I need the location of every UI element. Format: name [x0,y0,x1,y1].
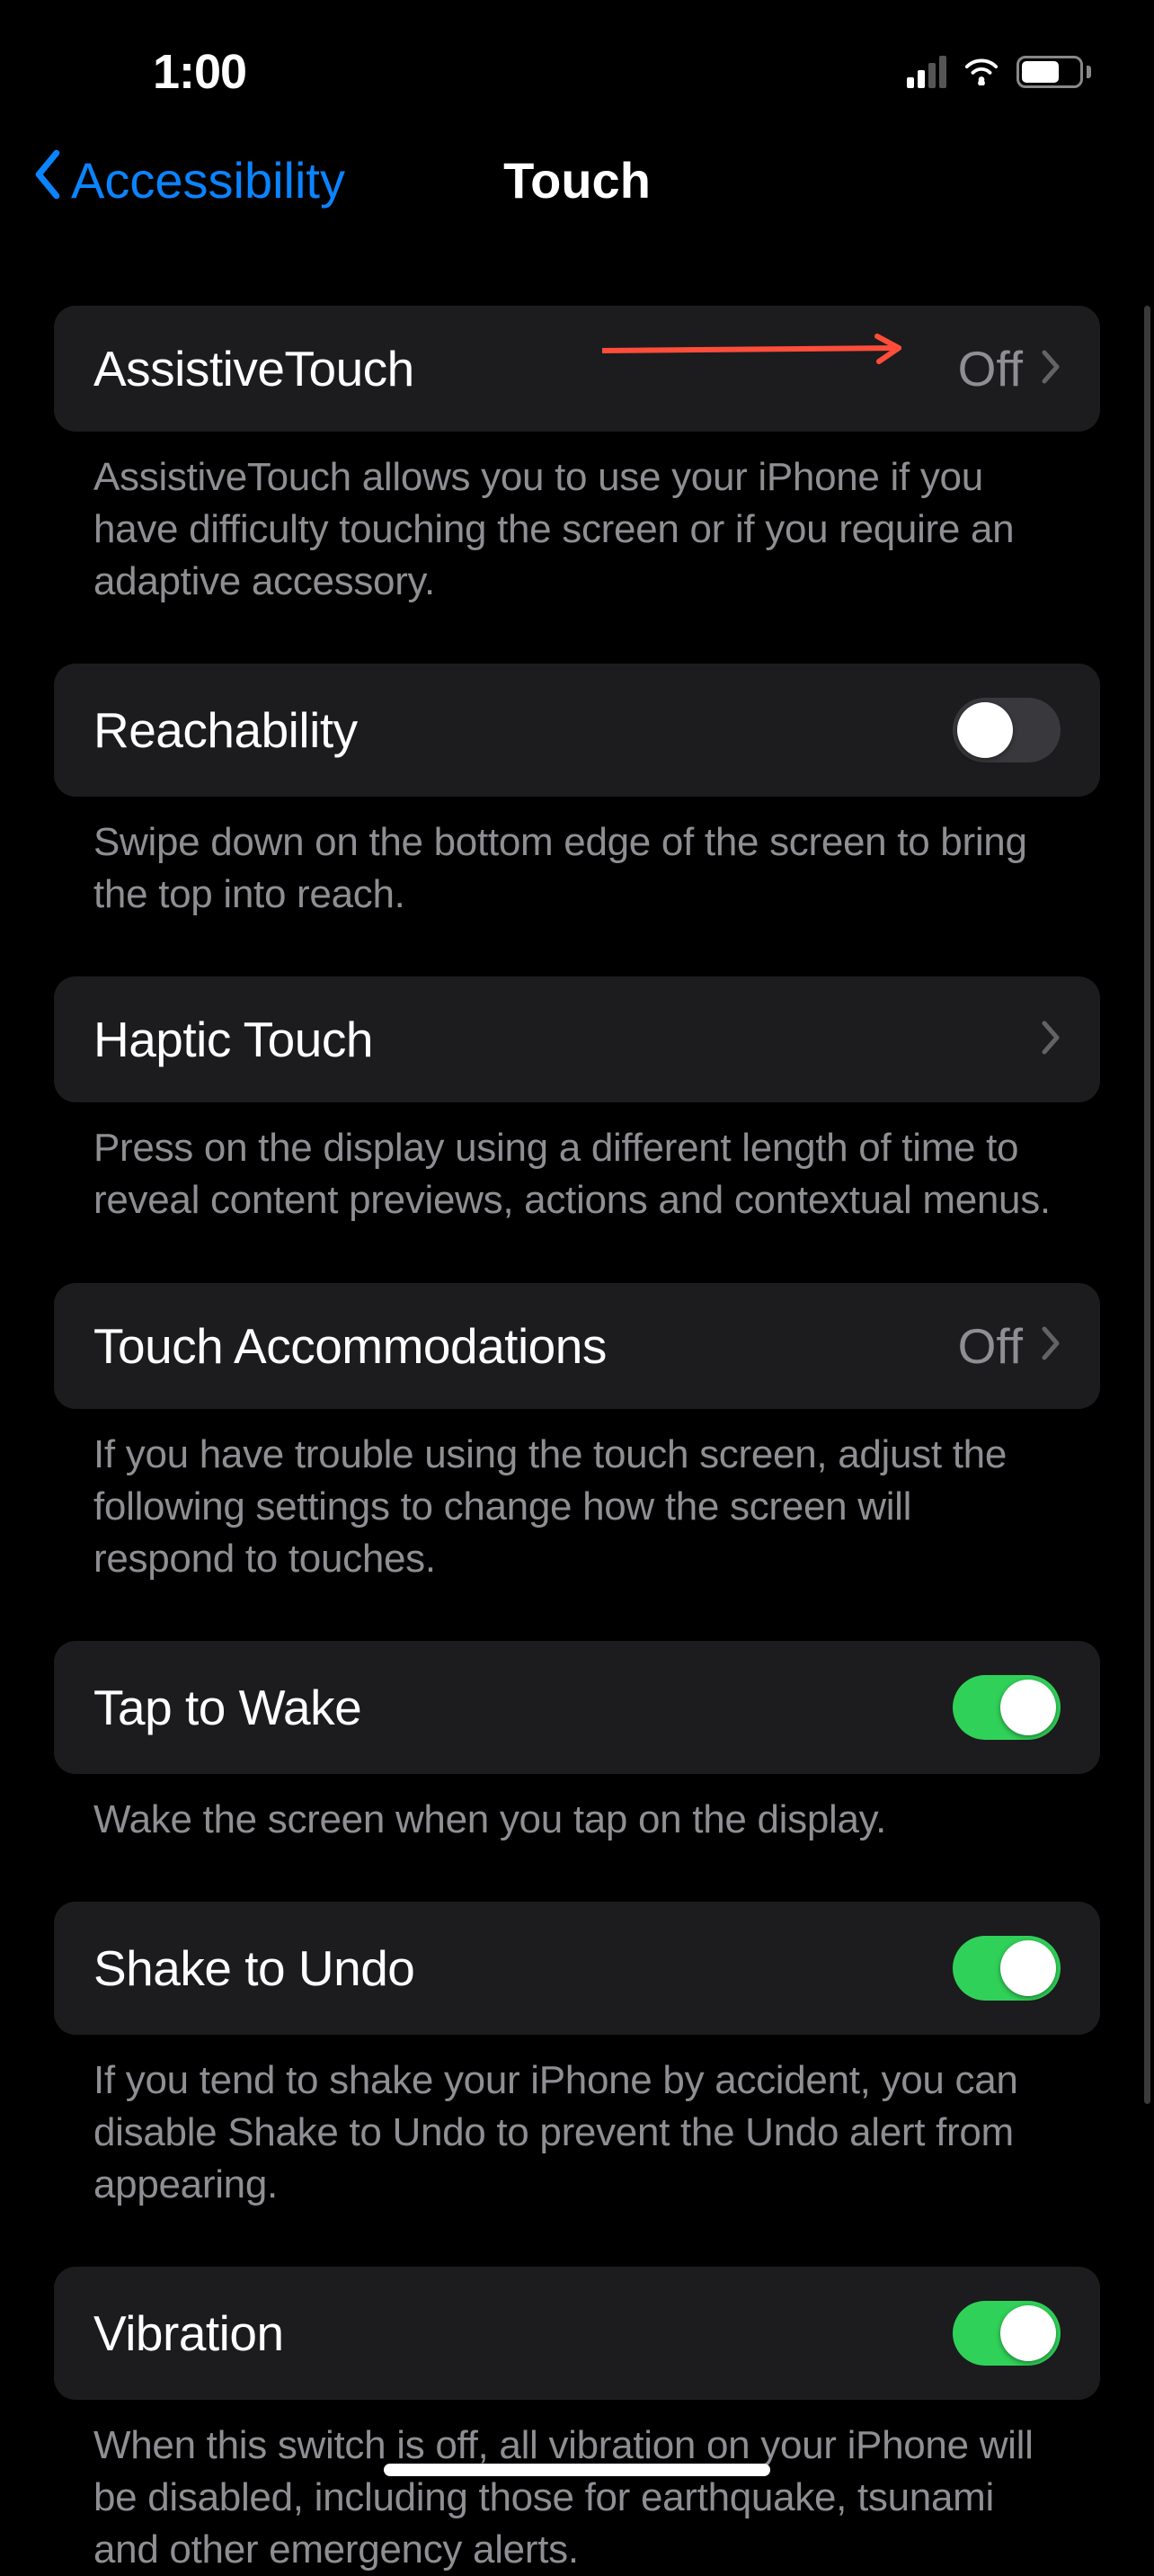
settings-group-reachability: Reachability Swipe down on the bottom ed… [54,664,1100,921]
status-time: 1:00 [153,44,246,100]
group-footer: Press on the display using a different l… [54,1102,1100,1226]
group-footer: AssistiveTouch allows you to use your iP… [54,432,1100,608]
group-footer: If you tend to shake your iPhone by acci… [54,2035,1100,2211]
cell-value: Off [958,340,1023,397]
chevron-right-icon [1041,350,1061,388]
back-label: Accessibility [71,151,345,209]
cell-label: AssistiveTouch [93,340,414,397]
chevron-left-icon [31,149,64,211]
settings-group-haptic: Haptic Touch Press on the display using … [54,976,1100,1226]
chevron-right-icon [1041,1021,1061,1059]
status-bar: 1:00 [0,0,1154,126]
group-footer: Swipe down on the bottom edge of the scr… [54,797,1100,921]
shake-to-undo-row[interactable]: Shake to Undo [54,1902,1100,2035]
cell-label: Reachability [93,701,358,759]
back-button[interactable]: Accessibility [31,149,345,211]
group-footer: When this switch is off, all vibration o… [54,2400,1100,2576]
chevron-right-icon [1041,1326,1061,1365]
wifi-icon [963,55,1000,90]
group-footer: If you have trouble using the touch scre… [54,1409,1100,1585]
battery-icon [1016,56,1091,88]
settings-group-tap-wake: Tap to Wake Wake the screen when you tap… [54,1641,1100,1846]
assistivetouch-row[interactable]: AssistiveTouch Off [54,306,1100,432]
cell-label: Haptic Touch [93,1011,373,1068]
shake-to-undo-switch[interactable] [953,1936,1061,2001]
settings-group-vibration: Vibration When this switch is off, all v… [54,2267,1100,2576]
tap-to-wake-switch[interactable] [953,1675,1061,1740]
reachability-row[interactable]: Reachability [54,664,1100,797]
navigation-bar: Accessibility Touch [0,126,1154,234]
cell-label: Touch Accommodations [93,1317,607,1375]
group-footer: Wake the screen when you tap on the disp… [54,1774,1100,1846]
cell-value: Off [958,1317,1023,1375]
cell-label: Tap to Wake [93,1679,361,1736]
status-icons [907,55,1091,90]
settings-group-shake-undo: Shake to Undo If you tend to shake your … [54,1902,1100,2211]
settings-group-accommodations: Touch Accommodations Off If you have tro… [54,1283,1100,1585]
cell-label: Vibration [93,2304,284,2362]
touch-accommodations-row[interactable]: Touch Accommodations Off [54,1283,1100,1409]
tap-to-wake-row[interactable]: Tap to Wake [54,1641,1100,1774]
home-indicator[interactable] [384,2464,770,2476]
cell-label: Shake to Undo [93,1939,414,1997]
vibration-row[interactable]: Vibration [54,2267,1100,2400]
vibration-switch[interactable] [953,2301,1061,2366]
cellular-signal-icon [907,56,946,88]
settings-group-assistivetouch: AssistiveTouch Off AssistiveTouch allows… [54,306,1100,608]
haptic-touch-row[interactable]: Haptic Touch [54,976,1100,1102]
scroll-indicator[interactable] [1144,306,1150,2104]
reachability-switch[interactable] [953,698,1061,762]
